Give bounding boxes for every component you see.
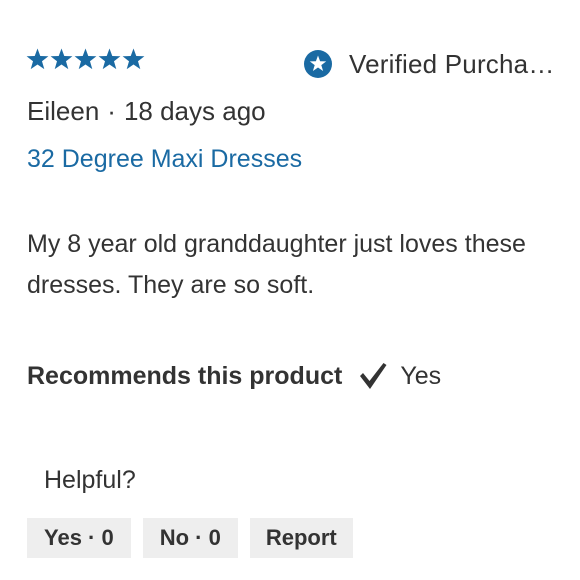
- helpful-label: Helpful?: [44, 466, 136, 494]
- star-icon: [26, 48, 49, 70]
- star-rating: [26, 48, 145, 70]
- byline-separator: ·: [107, 96, 116, 126]
- verified-purchase-label: Verified Purcha…: [349, 48, 555, 79]
- star-icon: [98, 48, 121, 70]
- helpful-yes-button[interactable]: Yes · 0: [27, 518, 131, 558]
- recommendation: Recommends this product Yes: [27, 358, 441, 394]
- author-name: Eileen: [27, 96, 100, 126]
- star-icon: [74, 48, 97, 70]
- helpful-no-button[interactable]: No · 0: [142, 518, 238, 558]
- report-button[interactable]: Report: [249, 518, 353, 558]
- star-icon: [122, 48, 145, 70]
- review-card: Verified Purcha… Eileen · 18 days ago 32 D…: [0, 0, 580, 580]
- verified-star-badge-icon: [303, 49, 333, 79]
- verified-purchase-badge: Verified Purcha…: [303, 48, 555, 80]
- review-byline: Eileen · 18 days ago: [27, 96, 266, 127]
- checkmark-icon: [358, 361, 388, 391]
- star-icon: [50, 48, 73, 70]
- review-text: My 8 year old granddaughter just loves t…: [27, 230, 526, 299]
- review-date: 18 days ago: [123, 96, 266, 126]
- recommends-value: Yes: [400, 361, 442, 390]
- recommends-label: Recommends this product: [27, 361, 343, 390]
- review-actions: Yes · 0 No · 0 Report: [27, 518, 353, 558]
- product-link[interactable]: 32 Degree Maxi Dresses: [27, 145, 302, 174]
